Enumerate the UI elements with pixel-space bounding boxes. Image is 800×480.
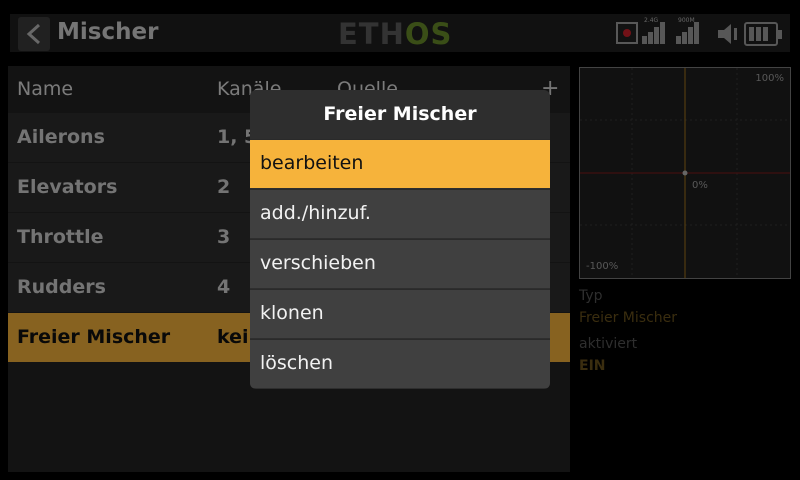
menu-item-edit[interactable]: bearbeiten	[250, 139, 550, 188]
menu-item-label: klonen	[260, 302, 324, 324]
menu-item-label: bearbeiten	[260, 152, 364, 174]
menu-item-move[interactable]: verschieben	[250, 239, 550, 288]
menu-item-label: verschieben	[260, 252, 376, 274]
context-menu: Freier Mischer bearbeiten add./hinzuf. v…	[250, 90, 550, 389]
menu-title: Freier Mischer	[323, 103, 477, 125]
menu-item-label: löschen	[260, 352, 334, 374]
menu-item-add[interactable]: add./hinzuf.	[250, 189, 550, 238]
menu-item-delete[interactable]: löschen	[250, 339, 550, 388]
menu-item-label: add./hinzuf.	[260, 202, 371, 224]
menu-item-clone[interactable]: klonen	[250, 289, 550, 338]
